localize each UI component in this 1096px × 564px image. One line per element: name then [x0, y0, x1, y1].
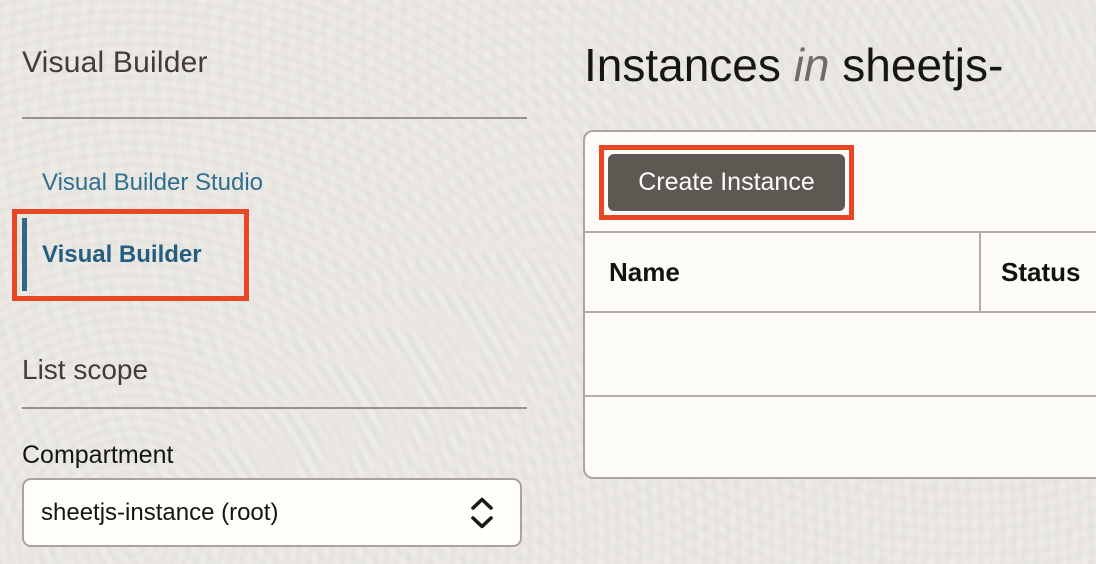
- select-chevrons-icon: [471, 497, 493, 528]
- sidebar-item-label: Visual Builder: [42, 240, 202, 268]
- instances-panel: Create Instance Name Status: [583, 130, 1096, 479]
- page-title-connector: in: [793, 39, 830, 91]
- sidebar-item-visual-builder-studio[interactable]: Visual Builder Studio: [42, 169, 263, 197]
- page-title-prefix: Instances: [584, 39, 781, 91]
- column-header-status: Status: [1001, 256, 1081, 287]
- sidebar-item-visual-builder[interactable]: Visual Builder: [22, 218, 202, 291]
- create-instance-button[interactable]: Create Instance: [608, 154, 845, 211]
- table-row: [585, 313, 1096, 397]
- instances-table-header: Name Status: [585, 233, 1096, 313]
- list-scope-divider: [22, 407, 527, 409]
- sidebar-title: Visual Builder: [22, 46, 208, 79]
- column-header-name: Name: [585, 233, 981, 311]
- list-scope-heading: List scope: [22, 354, 149, 385]
- compartment-selected-value: sheetjs-instance (root): [41, 498, 279, 526]
- selected-indicator-bar: [22, 218, 27, 291]
- table-row: [585, 397, 1096, 477]
- page-title-scope: sheetjs-: [842, 39, 1004, 91]
- instances-toolbar: Create Instance: [585, 132, 1096, 233]
- compartment-label: Compartment: [22, 441, 174, 469]
- page-title: Instances in sheetjs-: [584, 38, 1096, 92]
- sidebar-divider-top: [22, 117, 527, 119]
- oci-console-screen: Visual Builder Visual Builder Studio Vis…: [0, 0, 1096, 564]
- compartment-select[interactable]: sheetjs-instance (root): [22, 478, 522, 547]
